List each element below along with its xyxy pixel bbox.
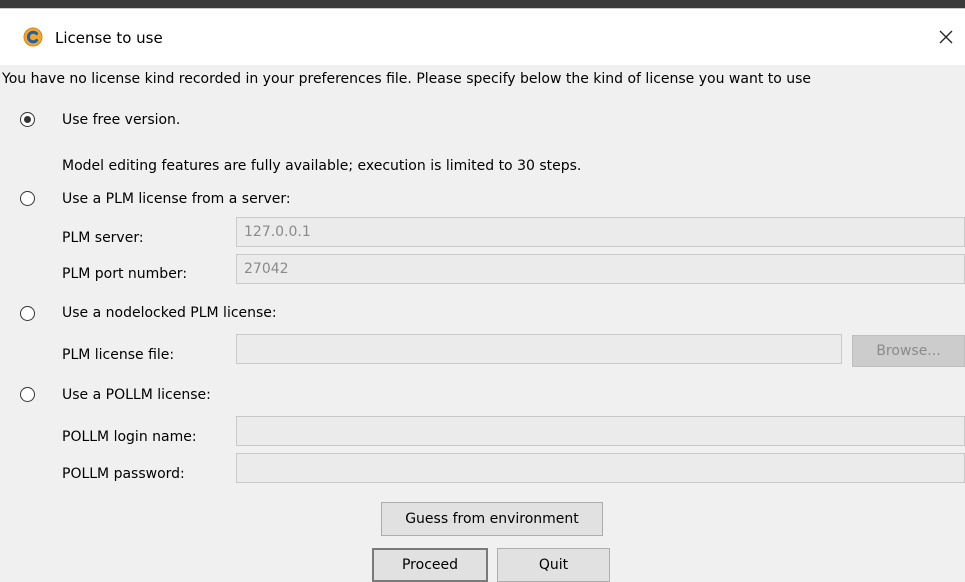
close-icon: [939, 30, 953, 44]
browse-button[interactable]: Browse...: [852, 335, 965, 367]
window-title: License to use: [55, 29, 163, 47]
free-version-description: Model editing features are fully availab…: [62, 158, 582, 174]
plm-server-label: PLM server:: [62, 230, 144, 246]
pollm-password-label: POLLM password:: [62, 466, 185, 482]
label-free-version[interactable]: Use free version.: [62, 111, 180, 129]
plm-license-file-label: PLM license file:: [62, 347, 175, 363]
radio-plm-server[interactable]: [20, 191, 35, 206]
plm-license-file-input[interactable]: [236, 334, 842, 364]
label-nodelocked-license[interactable]: Use a nodelocked PLM license:: [62, 304, 277, 322]
proceed-button[interactable]: Proceed: [372, 548, 488, 582]
label-plm-server[interactable]: Use a PLM license from a server:: [62, 190, 291, 208]
pollm-password-input[interactable]: [236, 453, 965, 483]
plm-port-input[interactable]: [236, 254, 965, 284]
radio-pollm-license[interactable]: [20, 387, 35, 402]
app-logo-icon: [23, 27, 43, 47]
pollm-login-input[interactable]: [236, 416, 965, 446]
plm-port-label: PLM port number:: [62, 266, 188, 282]
license-dialog: License to use You have no license kind …: [0, 8, 965, 582]
label-pollm-license[interactable]: Use a POLLM license:: [62, 386, 211, 404]
intro-message: You have no license kind recorded in you…: [2, 71, 812, 87]
radio-nodelocked-license[interactable]: [20, 306, 35, 321]
guess-from-environment-button[interactable]: Guess from environment: [381, 502, 603, 536]
title-bar: License to use: [0, 9, 965, 65]
close-button[interactable]: [928, 19, 964, 55]
quit-button[interactable]: Quit: [497, 548, 610, 582]
pollm-login-label: POLLM login name:: [62, 429, 197, 445]
radio-free-version[interactable]: [20, 112, 35, 127]
plm-server-input[interactable]: [236, 217, 965, 247]
